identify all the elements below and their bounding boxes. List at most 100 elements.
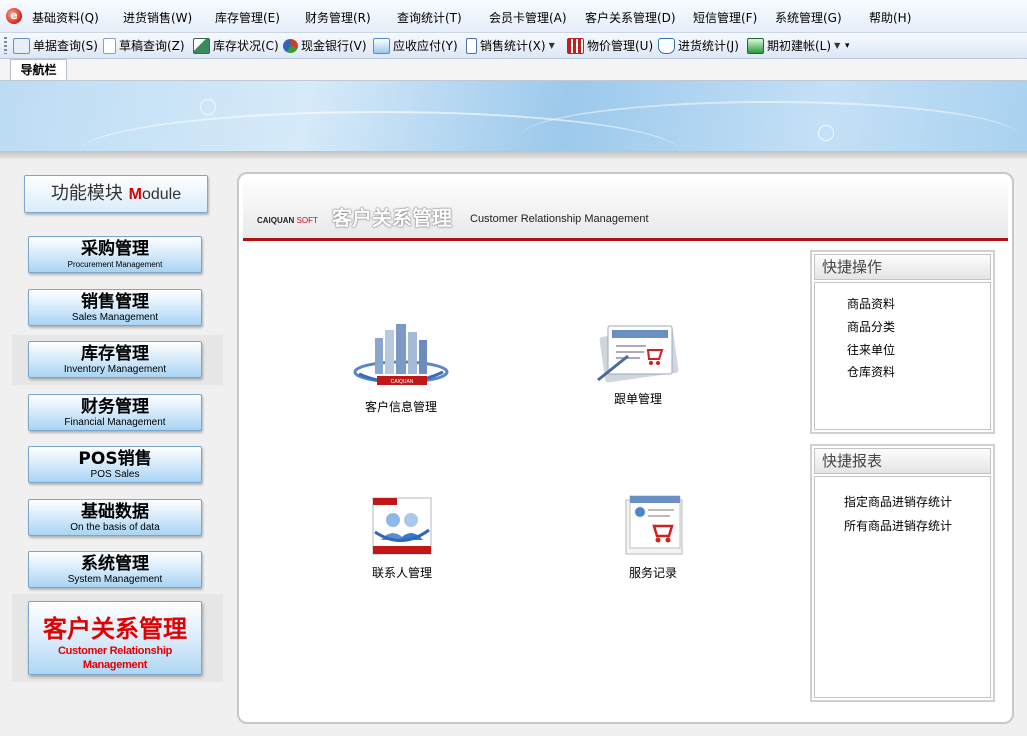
service-record-tile[interactable]: 服务记录 (609, 494, 697, 581)
module-crm-button[interactable]: 客户关系管理 Customer Relationship Management (28, 601, 202, 675)
brand-name: CAIQUAN (257, 216, 295, 225)
module-finance-button[interactable]: 财务管理 Financial Management (28, 394, 202, 431)
menu-finance[interactable]: 财务管理(R) (305, 9, 371, 25)
module-label-zh: 库存管理 (81, 344, 149, 364)
main-header: CAIQUAN SOFT 客户关系管理 Customer Relationshi… (243, 178, 1008, 241)
receivable-icon (373, 37, 390, 54)
toolbar-purchase-stats[interactable]: 进货统计(J) (658, 36, 739, 55)
module-label-zh: 系统管理 (81, 554, 149, 574)
price-grid-icon (567, 37, 584, 54)
contacts-tile[interactable]: 联系人管理 (353, 494, 451, 581)
purchase-stats-icon (658, 37, 675, 54)
contacts-icon (372, 497, 432, 555)
module-label-en: POS Sales (90, 469, 140, 480)
menu-inventory[interactable]: 库存管理(E) (215, 9, 280, 25)
toolbar-cash-bank[interactable]: 现金银行(V) (283, 36, 367, 55)
draft-icon (103, 37, 116, 54)
report-link-specified-product[interactable]: 指定商品进销存统计 (844, 493, 952, 510)
banner-ring (200, 99, 216, 115)
module-header-m: M (128, 186, 142, 203)
menu-purchase-sales[interactable]: 进货销售(W) (123, 9, 192, 25)
page-subtitle: Customer Relationship Management (470, 213, 649, 225)
function-label: 客户信息管理 (364, 400, 437, 414)
module-label-zh: 采购管理 (81, 239, 149, 259)
module-header-zh: 功能模块 (50, 183, 123, 204)
module-system-button[interactable]: 系统管理 System Management (28, 551, 202, 588)
quick-link-product-info[interactable]: 商品资料 (847, 295, 895, 312)
menu-basic-data[interactable]: 基础资料(Q) (32, 9, 99, 25)
toolbar-label: 期初建帐(L) (767, 39, 832, 53)
toolbar-label: 销售统计(X) (480, 39, 546, 53)
toolbar-grip[interactable] (4, 37, 7, 54)
module-label-en: Procurement Management (67, 260, 163, 269)
module-sales-button[interactable]: 销售管理 Sales Management (28, 289, 202, 326)
module-label-en: Inventory Management (63, 364, 167, 375)
quick-ops-panel: 快捷操作 商品资料 商品分类 往来单位 仓库资料 (810, 250, 995, 434)
module-panel-header: 功能模块 Module (24, 175, 208, 213)
menu-sms[interactable]: 短信管理(F) (693, 9, 757, 25)
document-list-icon (13, 37, 30, 54)
toolbar-label: 库存状况(C) (213, 39, 279, 53)
module-label-zh: 基础数据 (81, 502, 149, 522)
toolbar-stock-status[interactable]: 库存状况(C) (193, 36, 279, 55)
menu-help[interactable]: 帮助(H) (869, 9, 911, 25)
dropdown-caret-icon[interactable]: ▼ (549, 41, 555, 50)
brand-soft: SOFT (296, 216, 318, 225)
page-title: 客户关系管理 (332, 206, 452, 230)
toolbar-label: 单据查询(S) (33, 39, 98, 53)
quick-reports-panel: 快捷报表 指定商品进销存统计 所有商品进销存统计 (810, 444, 995, 702)
module-label-zh: 客户关系管理 (43, 615, 187, 643)
module-label-en: System Management (67, 574, 163, 585)
customer-info-tile[interactable]: CAIQUAN 客户信息管理 (339, 322, 463, 415)
toolbar-label: 应收应付(Y) (393, 39, 458, 53)
toolbar-sales-stats[interactable]: 销售统计(X) ▼ (466, 36, 555, 55)
report-link-all-products[interactable]: 所有商品进销存统计 (844, 517, 952, 534)
menu-crm[interactable]: 客户关系管理(D) (585, 9, 676, 25)
toolbar-label: 物价管理(U) (587, 39, 654, 53)
quick-link-product-category[interactable]: 商品分类 (847, 318, 895, 335)
toolbar-price-management[interactable]: 物价管理(U) (567, 36, 653, 55)
module-label-en: Customer Relationship Management (57, 645, 173, 671)
menu-system[interactable]: 系统管理(G) (775, 9, 842, 25)
menu-bar: e 基础资料(Q) 进货销售(W) 库存管理(E) 财务管理(R) 查询统计(T… (0, 0, 1027, 33)
toolbar-overflow-icon[interactable]: ▾ (845, 41, 850, 51)
toolbar-receivable-payable[interactable]: 应收应付(Y) (373, 36, 458, 55)
function-label: 联系人管理 (371, 566, 432, 580)
order-tracking-icon (597, 325, 679, 383)
function-label: 跟单管理 (613, 392, 662, 406)
module-label-zh: 财务管理 (81, 397, 149, 417)
module-label-en: Sales Management (71, 312, 159, 323)
module-procurement-button[interactable]: 采购管理 Procurement Management (28, 236, 202, 273)
module-label-zh: POS销售 (78, 449, 152, 469)
order-tracking-tile[interactable]: 跟单管理 (579, 322, 697, 407)
toolbar-document-query[interactable]: 单据查询(S) (13, 36, 98, 55)
module-base-data-button[interactable]: 基础数据 On the basis of data (28, 499, 202, 536)
quick-reports-title: 快捷报表 (814, 448, 991, 474)
module-inventory-button[interactable]: 库存管理 Inventory Management (28, 341, 202, 378)
opening-account-icon (747, 37, 764, 54)
quick-link-warehouse-info[interactable]: 仓库资料 (847, 363, 895, 380)
quick-ops-title: 快捷操作 (814, 254, 991, 280)
quick-reports-body: 指定商品进销存统计 所有商品进销存统计 (814, 476, 991, 698)
toolbar-draft-query[interactable]: 草稿查询(Z) (103, 36, 185, 55)
module-pos-button[interactable]: POS销售 POS Sales (28, 446, 202, 483)
app-logo-icon: e (6, 8, 22, 24)
tab-navigation[interactable]: 导航栏 (10, 59, 67, 80)
module-label-en: Financial Management (64, 417, 166, 428)
quick-ops-body: 商品资料 商品分类 往来单位 仓库资料 (814, 282, 991, 430)
customer-info-icon: CAIQUAN (353, 324, 449, 385)
brand-logo: CAIQUAN SOFT (257, 216, 318, 225)
menu-query-stats[interactable]: 查询统计(T) (397, 9, 462, 25)
banner-ring (818, 125, 834, 141)
banner-divider (0, 151, 1027, 159)
toolbar-opening-account[interactable]: 期初建帐(L) ▼ (747, 36, 840, 55)
dropdown-caret-icon[interactable]: ▼ (834, 41, 840, 50)
toolbar: 单据查询(S) 草稿查询(Z) 库存状况(C) 现金银行(V) 应收应付(Y) … (0, 33, 1027, 59)
module-label-zh: 销售管理 (81, 292, 149, 312)
cash-bank-icon (283, 38, 298, 53)
menu-member-card[interactable]: 会员卡管理(A) (489, 9, 567, 25)
toolbar-label: 进货统计(J) (678, 39, 739, 53)
sales-stats-icon (466, 37, 477, 54)
toolbar-label: 草稿查询(Z) (119, 39, 185, 53)
quick-link-business-partner[interactable]: 往来单位 (847, 341, 895, 358)
